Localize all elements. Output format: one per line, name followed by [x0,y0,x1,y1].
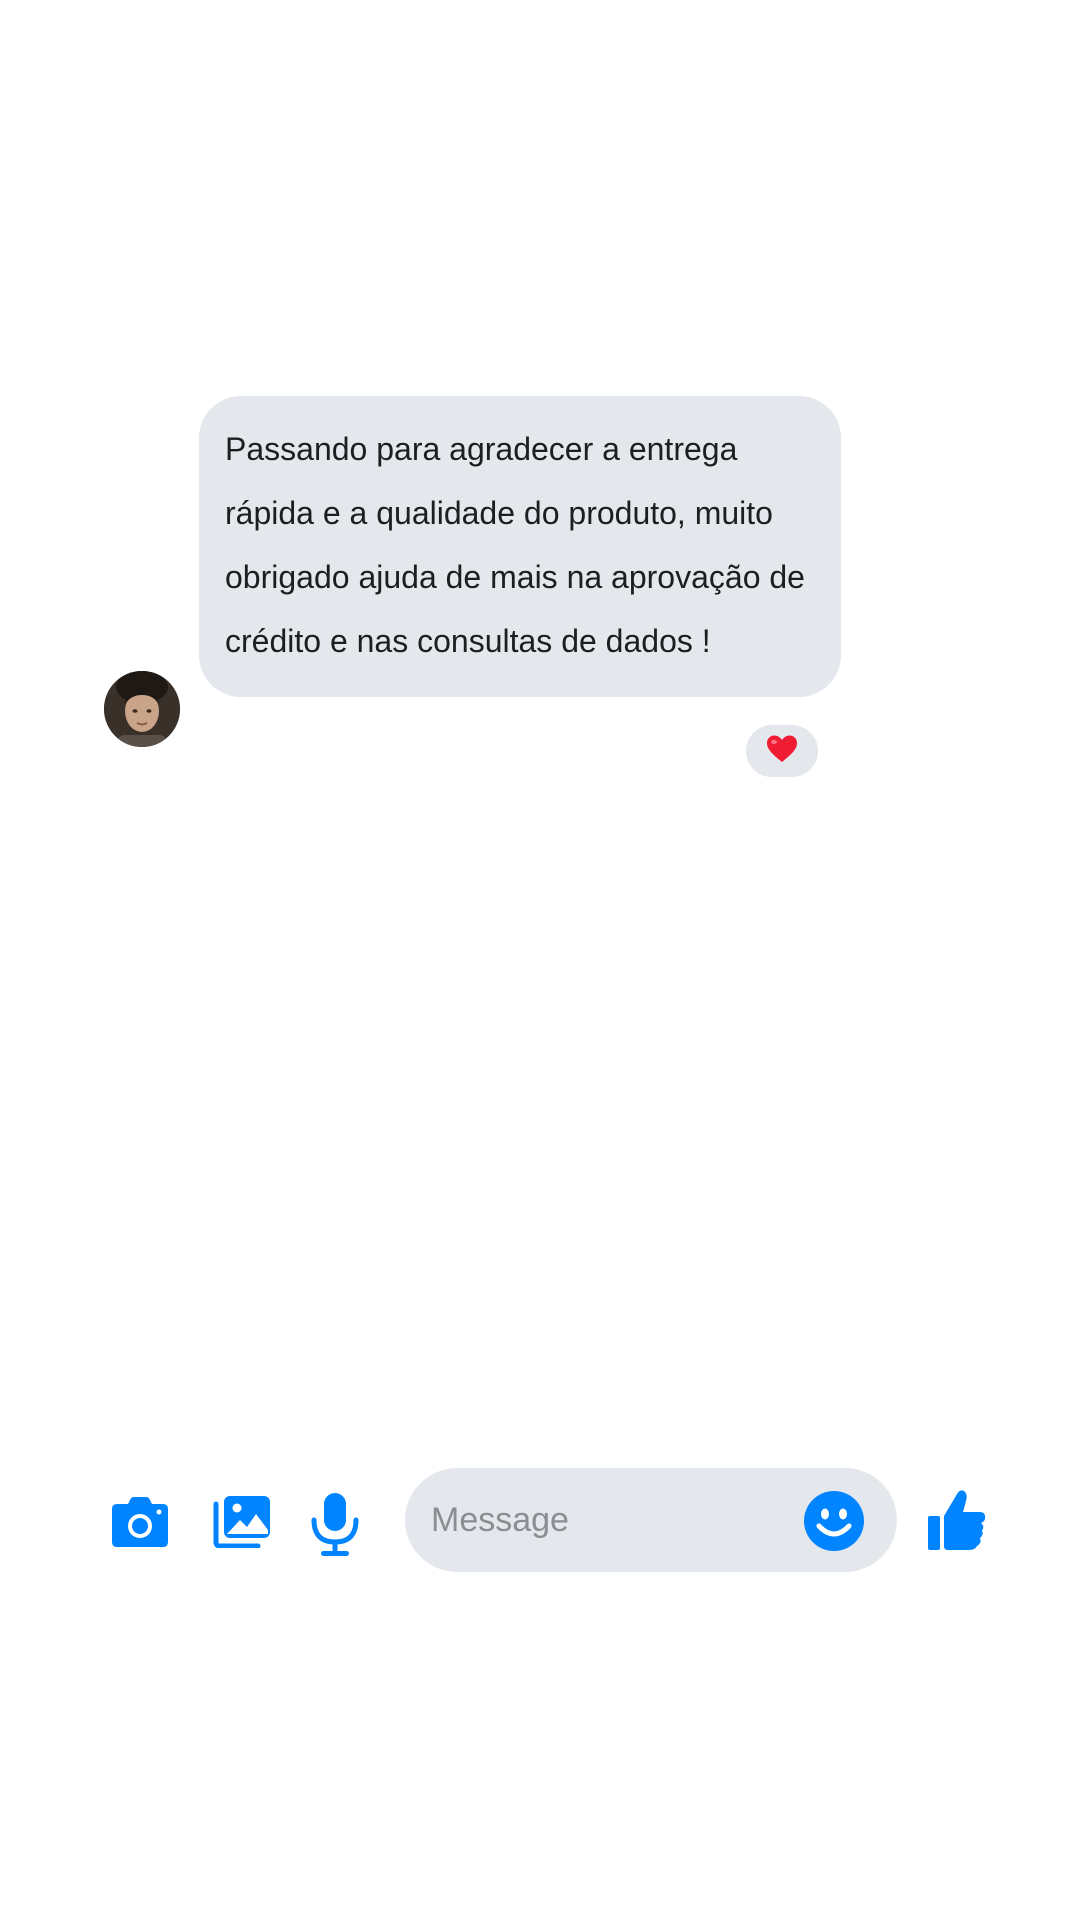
gallery-button[interactable] [212,1494,272,1549]
thumbs-up-button[interactable] [927,1488,987,1552]
reaction-badge[interactable] [743,722,821,780]
gallery-icon [213,1496,270,1549]
camera-button[interactable] [111,1496,169,1548]
thumbs-up-icon [928,1490,986,1550]
message-composer [0,1468,1080,1576]
avatar-photo [104,671,180,747]
chat-screen: Passando para agradecer a entrega rápida… [0,0,1080,1920]
message-text: Passando para agradecer a entrega rápida… [225,431,805,659]
sender-avatar[interactable] [104,671,180,747]
camera-icon [112,1497,168,1547]
emoji-icon [804,1491,864,1551]
heart-reaction-icon [765,734,799,769]
message-input[interactable] [431,1468,791,1572]
microphone-icon [311,1493,359,1556]
incoming-message-bubble[interactable]: Passando para agradecer a entrega rápida… [199,396,841,697]
microphone-button[interactable] [308,1492,362,1558]
message-input-box [405,1468,897,1572]
emoji-button[interactable] [803,1490,865,1552]
